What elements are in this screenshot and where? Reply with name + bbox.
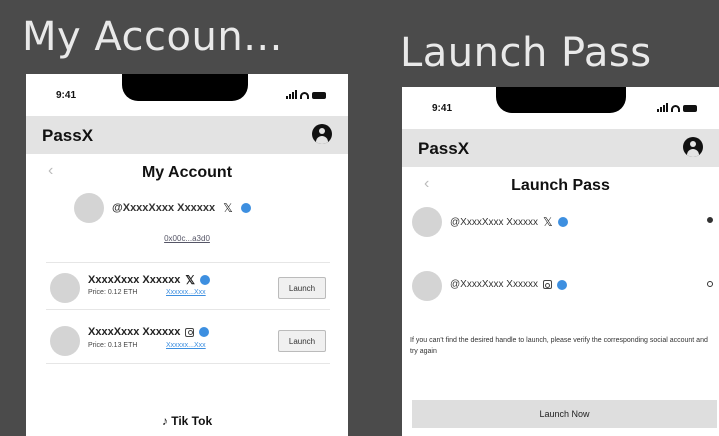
account-handle-text: @XxxxXxxx Xxxxxx xyxy=(450,279,538,290)
pass-link[interactable]: Xxxxxx...Xxx xyxy=(166,342,206,349)
x-icon: 𝕏 xyxy=(542,215,553,229)
radio-button-selected[interactable] xyxy=(707,217,713,223)
verified-badge-icon xyxy=(556,279,567,290)
pass-name-text: XxxxXxxx Xxxxxx xyxy=(88,326,181,338)
wifi-icon xyxy=(671,105,680,112)
account-icon[interactable] xyxy=(683,137,703,157)
avatar xyxy=(412,207,442,237)
account-handle: @XxxxXxxx Xxxxxx xyxy=(450,279,567,290)
signal-icon xyxy=(657,103,668,112)
profile-handle: @XxxxXxxx Xxxxxx xyxy=(112,202,216,214)
verified-badge-icon xyxy=(557,217,568,227)
social-account-option[interactable]: @XxxxXxxx Xxxxxx xyxy=(402,267,719,331)
avatar xyxy=(50,273,80,303)
status-time: 9:41 xyxy=(56,90,77,101)
status-time: 9:41 xyxy=(432,103,453,114)
x-icon: 𝕏 xyxy=(185,273,196,287)
tiktok-icon: ♪ xyxy=(161,414,168,428)
account-handle: @XxxxXxxx Xxxxxx 𝕏 xyxy=(450,215,568,229)
battery-icon xyxy=(312,92,326,99)
frame-title-my-account: My Accoun... xyxy=(22,14,283,60)
verified-badge-icon xyxy=(240,203,251,213)
pass-card: XxxxXxxx Xxxxxx 𝕏 Price: 0.12 ETH Xxxxxx… xyxy=(46,262,330,310)
pass-price: Price: 0.13 ETH xyxy=(88,342,138,349)
page-title: Launch Pass xyxy=(511,177,610,194)
notch xyxy=(122,74,248,101)
avatar xyxy=(412,271,442,301)
page-header: ‹ My Account xyxy=(26,154,348,190)
social-account-option[interactable]: @XxxxXxxx Xxxxxx 𝕏 xyxy=(402,203,719,267)
account-icon[interactable] xyxy=(312,124,332,144)
page-title: My Account xyxy=(141,164,233,181)
verified-badge-icon xyxy=(200,275,211,285)
radio-button[interactable] xyxy=(707,281,713,287)
status-bar: 9:41 xyxy=(26,74,348,116)
launch-button[interactable]: Launch xyxy=(278,330,326,352)
pass-name-text: XxxxXxxx Xxxxxx xyxy=(88,274,181,286)
notch xyxy=(496,87,626,113)
system-icons xyxy=(286,90,326,99)
wifi-icon xyxy=(300,92,309,99)
tiktok-label: Tik Tok xyxy=(171,414,213,428)
tiktok-tab[interactable]: ♪ Tik Tok xyxy=(26,414,348,428)
frame-title-launch-pass: Launch Pass xyxy=(400,30,652,76)
verified-badge-icon xyxy=(199,327,210,337)
app-name: PassX xyxy=(418,139,470,158)
system-icons xyxy=(657,103,697,112)
launch-now-button[interactable]: Launch Now xyxy=(412,400,717,428)
pass-price: Price: 0.12 ETH xyxy=(88,289,138,296)
helper-text: If you can't find the desired handle to … xyxy=(410,337,708,355)
pass-name: XxxxXxxx Xxxxxx xyxy=(88,326,210,338)
profile-row: @XxxxXxxx Xxxxxx 𝕏 xyxy=(74,190,348,226)
app-bar: PassX xyxy=(26,116,348,154)
phone-my-account: 9:41 PassX ‹ My Account @XxxxXxxx Xxxxxx… xyxy=(26,74,348,436)
instagram-icon xyxy=(542,280,552,289)
instagram-icon xyxy=(185,327,195,337)
pass-list: XxxxXxxx Xxxxxx 𝕏 Price: 0.12 ETH Xxxxxx… xyxy=(26,262,348,364)
avatar xyxy=(74,193,104,223)
app-name: PassX xyxy=(42,126,94,145)
launch-button[interactable]: Launch xyxy=(278,277,326,299)
page-header: ‹ Launch Pass xyxy=(402,167,719,203)
battery-icon xyxy=(683,105,697,112)
x-icon: 𝕏 xyxy=(223,201,233,215)
status-bar: 9:41 xyxy=(402,87,719,129)
account-handle-text: @XxxxXxxx Xxxxxx xyxy=(450,216,538,228)
pass-card: XxxxXxxx Xxxxxx Price: 0.13 ETH Xxxxxx..… xyxy=(46,316,330,364)
signal-icon xyxy=(286,90,297,99)
pass-name: XxxxXxxx Xxxxxx 𝕏 xyxy=(88,273,211,287)
pass-link[interactable]: Xxxxxx...Xxx xyxy=(166,289,206,296)
phone-launch-pass: 9:41 PassX ‹ Launch Pass @XxxxXxxx Xxxxx… xyxy=(402,87,719,436)
wallet-address-link[interactable]: 0x00c...a3d0 xyxy=(26,234,348,252)
app-bar: PassX xyxy=(402,129,719,167)
avatar xyxy=(50,326,80,356)
